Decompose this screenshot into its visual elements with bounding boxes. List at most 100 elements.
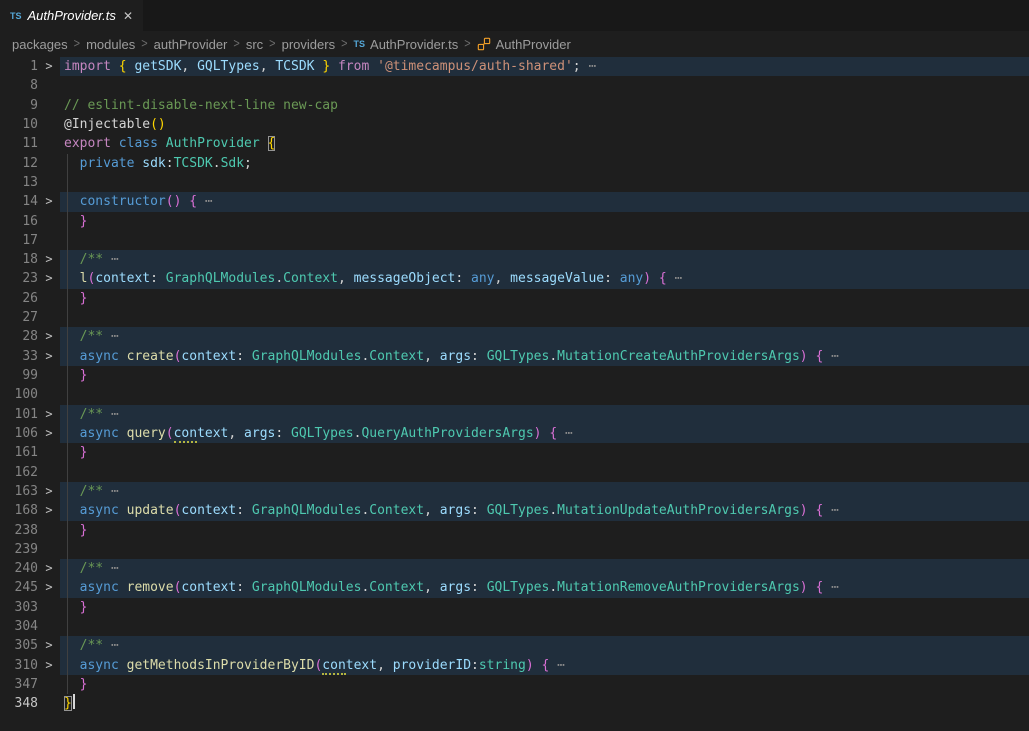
line-content: /** ⋯ (60, 559, 1029, 578)
fold-chevron-icon[interactable]: > (38, 192, 60, 211)
code-line[interactable]: 101> /** ⋯ (0, 405, 1029, 424)
line-number: 16 (0, 212, 38, 231)
breadcrumb-item-providers[interactable]: providers (282, 37, 335, 52)
code-line[interactable]: 162 (0, 463, 1029, 482)
code-token: ( (166, 426, 174, 441)
code-line[interactable]: 100 (0, 385, 1029, 404)
fold-chevron-icon[interactable]: > (38, 424, 60, 443)
fold-chevron-icon[interactable]: > (38, 327, 60, 346)
code-line[interactable]: 11export class AuthProvider { (0, 134, 1029, 153)
code-line[interactable]: 347 } (0, 675, 1029, 694)
gutter-spacer (38, 694, 60, 713)
code-line[interactable]: 8 (0, 76, 1029, 95)
code-line[interactable]: 27 (0, 308, 1029, 327)
line-content: } (60, 675, 1029, 694)
text-cursor (73, 694, 75, 709)
code-token: : (150, 271, 166, 286)
code-line[interactable]: 18> /** ⋯ (0, 250, 1029, 269)
code-line[interactable]: 10@Injectable() (0, 115, 1029, 134)
code-line[interactable]: 26 } (0, 289, 1029, 308)
breadcrumb-item-modules[interactable]: modules (86, 37, 135, 52)
fold-chevron-icon[interactable]: > (38, 482, 60, 501)
code-line[interactable]: 23> l(context: GraphQLModules.Context, m… (0, 269, 1029, 288)
tab-authprovider[interactable]: TS AuthProvider.ts ✕ (0, 0, 143, 31)
code-line[interactable]: 239 (0, 540, 1029, 559)
fold-chevron-icon[interactable]: > (38, 656, 60, 675)
code-token: ; (573, 59, 581, 74)
code-token: } (64, 696, 72, 711)
code-token: GQLTypes (487, 349, 550, 364)
code-token: getSDK (127, 59, 182, 74)
fold-chevron-icon[interactable]: > (38, 559, 60, 578)
code-token: any (620, 271, 643, 286)
line-number: 240 (0, 559, 38, 578)
code-token: context (181, 580, 236, 595)
code-line[interactable]: 33> async create(context: GraphQLModules… (0, 347, 1029, 366)
code-token: /** (80, 329, 103, 344)
code-line[interactable]: 1>import { getSDK, GQLTypes, TCSDK } fro… (0, 57, 1029, 76)
breadcrumb-label: packages (12, 37, 68, 52)
code-token: () (150, 117, 166, 132)
code-line[interactable]: 161 } (0, 443, 1029, 462)
gutter-spacer (38, 308, 60, 327)
code-line[interactable]: 245> async remove(context: GraphQLModule… (0, 578, 1029, 597)
code-line[interactable]: 163> /** ⋯ (0, 482, 1029, 501)
code-line[interactable]: 13 (0, 173, 1029, 192)
code-line[interactable]: 17 (0, 231, 1029, 250)
line-content: } (60, 521, 1029, 540)
code-token: : (236, 580, 252, 595)
breadcrumb-item-authprovider-ts[interactable]: TSAuthProvider.ts (354, 37, 459, 52)
code-line[interactable]: 305> /** ⋯ (0, 636, 1029, 655)
fold-chevron-icon[interactable]: > (38, 269, 60, 288)
code-line[interactable]: 304 (0, 617, 1029, 636)
fold-chevron-icon[interactable]: > (38, 405, 60, 424)
breadcrumb-item-src[interactable]: src (246, 37, 263, 52)
code-token (64, 194, 80, 209)
code-token: } (322, 59, 330, 74)
line-number: 347 (0, 675, 38, 694)
typescript-file-icon: TS (354, 39, 366, 49)
code-line[interactable]: 348} (0, 694, 1029, 713)
code-line[interactable]: 303 } (0, 598, 1029, 617)
code-line[interactable]: 106> async query(context, args: GQLTypes… (0, 424, 1029, 443)
code-line[interactable]: 99 } (0, 366, 1029, 385)
code-line[interactable]: 168> async update(context: GraphQLModule… (0, 501, 1029, 520)
code-line[interactable]: 28> /** ⋯ (0, 327, 1029, 346)
line-number: 10 (0, 115, 38, 134)
code-token: } (80, 600, 88, 615)
fold-chevron-icon[interactable]: > (38, 636, 60, 655)
gutter-spacer (38, 96, 60, 115)
code-line[interactable]: 9// eslint-disable-next-line new-cap (0, 96, 1029, 115)
code-line[interactable]: 14> constructor() { ⋯ (0, 192, 1029, 211)
gutter-spacer (38, 463, 60, 482)
fold-chevron-icon[interactable]: > (38, 250, 60, 269)
code-token: ) (800, 349, 808, 364)
close-icon[interactable]: ✕ (123, 10, 133, 22)
code-line[interactable]: 16 } (0, 212, 1029, 231)
gutter-spacer (38, 521, 60, 540)
code-token: TCSDK (275, 59, 314, 74)
fold-chevron-icon[interactable]: > (38, 347, 60, 366)
code-line[interactable]: 240> /** ⋯ (0, 559, 1029, 578)
tab-bar: TS AuthProvider.ts ✕ (0, 0, 1029, 31)
code-line[interactable]: 12 private sdk:TCSDK.Sdk; (0, 154, 1029, 173)
code-token: Context (369, 349, 424, 364)
code-line[interactable]: 238 } (0, 521, 1029, 540)
breadcrumb-item-authprovider[interactable]: AuthProvider (477, 37, 571, 52)
code-token: { (549, 426, 557, 441)
breadcrumb-item-packages[interactable]: packages (12, 37, 68, 52)
breadcrumb-item-authprovider[interactable]: authProvider (154, 37, 228, 52)
breadcrumb: packages>modules>authProvider>src>provid… (0, 31, 1029, 57)
indent-guide (67, 617, 68, 636)
fold-chevron-icon[interactable]: > (38, 57, 60, 76)
fold-chevron-icon[interactable]: > (38, 578, 60, 597)
fold-chevron-icon[interactable]: > (38, 501, 60, 520)
code-token: } (80, 214, 88, 229)
code-token: ⋯ (103, 484, 119, 499)
code-token: remove (127, 580, 174, 595)
code-token: constructor (80, 194, 166, 209)
code-token: class (119, 136, 166, 151)
code-line[interactable]: 310> async getMethodsInProviderByID(cont… (0, 656, 1029, 675)
indent-guide (67, 463, 68, 482)
code-token: sdk (142, 156, 165, 171)
